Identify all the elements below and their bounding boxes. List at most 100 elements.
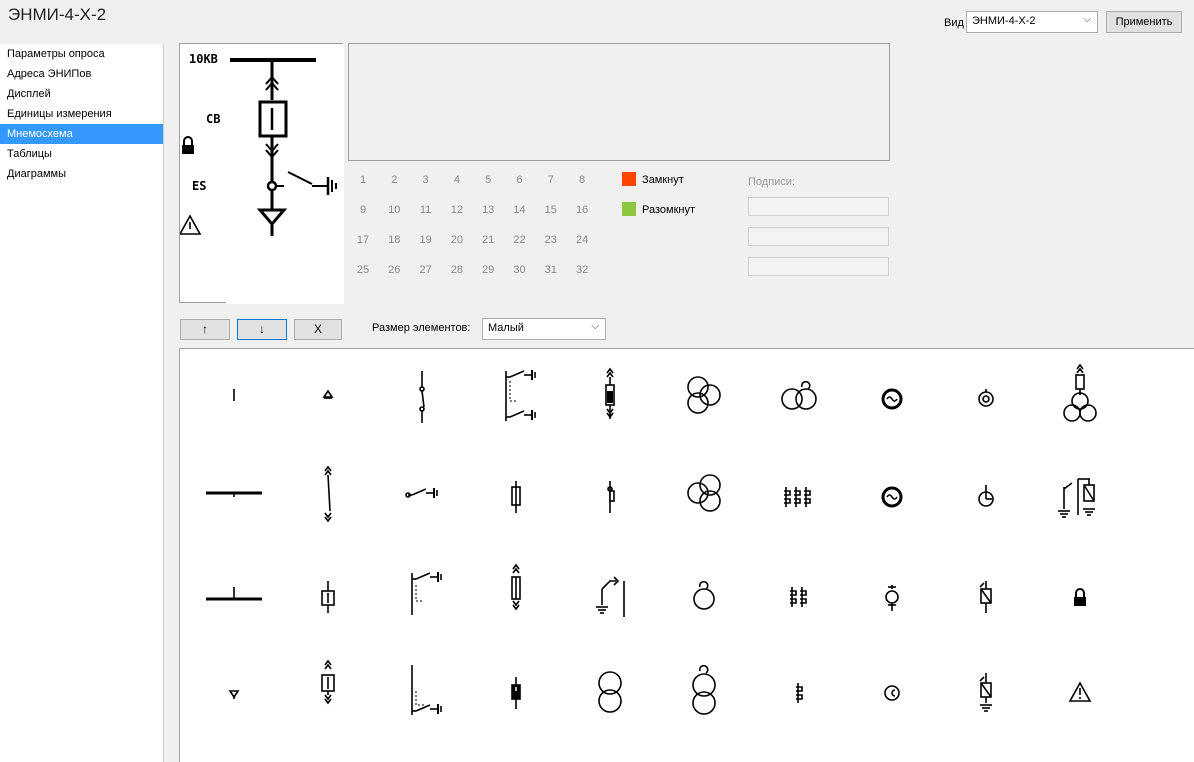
position-number[interactable]: 19	[411, 234, 441, 246]
position-number[interactable]: 11	[411, 204, 441, 216]
position-number[interactable]: 14	[505, 204, 535, 216]
arrester-ground-icon[interactable]	[956, 655, 1016, 725]
caption-input-1[interactable]	[748, 197, 889, 216]
transformer-three-winding-icon[interactable]	[674, 361, 734, 431]
sidebar-item[interactable]: Диаграммы	[0, 164, 163, 184]
apply-button[interactable]: Применить	[1106, 11, 1182, 33]
sidebar-item[interactable]: Дисплей	[0, 84, 163, 104]
arrester-icon[interactable]	[956, 559, 1016, 629]
breaker-cart-full-icon[interactable]	[298, 655, 358, 725]
position-number[interactable]: 16	[567, 204, 597, 216]
sidebar-item[interactable]: Единицы измерения	[0, 104, 163, 124]
sidebar: Параметры опроса Адреса ЭНИПов Дисплей Един…	[0, 44, 164, 762]
caption-input-2[interactable]	[748, 227, 889, 246]
delete-button[interactable]: X	[294, 319, 342, 340]
disconnector-fuse-icon[interactable]	[580, 459, 640, 529]
position-number[interactable]: 29	[473, 264, 503, 276]
current-transformer-triple-icon[interactable]	[768, 459, 828, 529]
element-palette	[179, 348, 1194, 762]
position-number[interactable]: 20	[442, 234, 472, 246]
es-label: ES	[192, 179, 206, 193]
busbar-stub-icon[interactable]	[204, 361, 264, 431]
position-number[interactable]: 25	[348, 264, 378, 276]
current-source-icon[interactable]	[956, 361, 1016, 431]
node-small-icon[interactable]	[298, 361, 358, 431]
position-number[interactable]: 13	[473, 204, 503, 216]
position-number[interactable]: 10	[379, 204, 409, 216]
ground-switch-icon[interactable]	[580, 559, 640, 629]
position-number[interactable]: 5	[473, 174, 503, 186]
switch-grounding-bottom-icon[interactable]	[392, 655, 452, 725]
position-number[interactable]: 26	[379, 264, 409, 276]
transformer-horizontal-icon[interactable]	[768, 361, 828, 431]
node-down-icon[interactable]	[204, 655, 264, 725]
meter-icon[interactable]	[862, 655, 922, 725]
generator-alt-icon[interactable]	[862, 459, 922, 529]
caption-input-3[interactable]	[748, 257, 889, 276]
sidebar-item[interactable]: Мнемосхема	[0, 124, 163, 144]
cart-fuse-icon[interactable]	[486, 559, 546, 629]
position-number[interactable]: 24	[567, 234, 597, 246]
position-number[interactable]: 30	[505, 264, 535, 276]
position-number[interactable]: 28	[442, 264, 472, 276]
transformer-tap-icon[interactable]	[674, 655, 734, 725]
element-size-value: Малый	[488, 322, 524, 334]
position-number[interactable]: 21	[473, 234, 503, 246]
grounding-switch-horizontal-icon[interactable]	[392, 459, 452, 529]
current-transformer-double-icon[interactable]	[768, 559, 828, 629]
cb-label: CB	[206, 112, 220, 126]
breaker-small-icon[interactable]	[298, 559, 358, 629]
closed-label: Замкнут	[642, 174, 684, 186]
position-number[interactable]: 3	[411, 174, 441, 186]
position-number[interactable]: 18	[379, 234, 409, 246]
window-title: ЭНМИ-4-Х-2	[8, 5, 107, 24]
winding-icon[interactable]	[674, 559, 734, 629]
position-number[interactable]: 8	[567, 174, 597, 186]
position-number[interactable]: 2	[379, 174, 409, 186]
scheme-preview[interactable]: 10КВ CB ES	[179, 43, 344, 304]
fuse-icon[interactable]	[486, 459, 546, 529]
position-number[interactable]: 22	[505, 234, 535, 246]
position-number[interactable]: 6	[505, 174, 535, 186]
withdrawable-disconnector-icon[interactable]	[298, 459, 358, 529]
generator-icon[interactable]	[862, 361, 922, 431]
current-transformer-icon[interactable]	[768, 655, 828, 725]
transformer-three-winding-alt-icon[interactable]	[674, 459, 734, 529]
view-label: Вид	[944, 17, 964, 29]
position-number[interactable]: 23	[536, 234, 566, 246]
switch-double-grounding-icon[interactable]	[486, 361, 546, 431]
move-down-button[interactable]: ↓	[237, 319, 287, 340]
sidebar-item[interactable]: Таблицы	[0, 144, 163, 164]
sidebar-item[interactable]: Адреса ЭНИПов	[0, 64, 163, 84]
lock-icon[interactable]	[1050, 559, 1110, 629]
transformer-two-winding-icon[interactable]	[580, 655, 640, 725]
position-number[interactable]: 12	[442, 204, 472, 216]
disconnector-vertical-icon[interactable]	[392, 361, 452, 431]
view-select[interactable]: ЭНМИ-4-Х-2 ⌵	[966, 11, 1098, 33]
position-number[interactable]: 31	[536, 264, 566, 276]
warning-icon[interactable]	[1050, 655, 1110, 725]
position-number[interactable]: 15	[536, 204, 566, 216]
position-number[interactable]: 27	[411, 264, 441, 276]
position-number[interactable]: 32	[567, 264, 597, 276]
position-number[interactable]: 4	[442, 174, 472, 186]
breaker-filled-icon[interactable]	[486, 655, 546, 725]
position-number[interactable]: 7	[536, 174, 566, 186]
reactor-icon[interactable]	[956, 459, 1016, 529]
sensor-icon[interactable]	[862, 559, 922, 629]
position-number[interactable]: 17	[348, 234, 378, 246]
busbar-long-icon[interactable]	[204, 459, 264, 529]
move-up-button[interactable]: ↑	[180, 319, 230, 340]
sidebar-item[interactable]: Параметры опроса	[0, 44, 163, 64]
scheme-text-area[interactable]	[348, 43, 890, 161]
busbar-tee-icon[interactable]	[204, 559, 264, 629]
scheme-preview-drawing: 10КВ CB ES	[180, 44, 344, 304]
transformer-group-icon[interactable]	[1050, 361, 1110, 431]
position-number[interactable]: 9	[348, 204, 378, 216]
surge-arrester-group-icon[interactable]	[1050, 459, 1110, 529]
element-size-select[interactable]: Малый ⌵	[482, 318, 606, 340]
lock-icon	[182, 136, 194, 154]
position-number[interactable]: 1	[348, 174, 378, 186]
switch-grounding-icon[interactable]	[392, 559, 452, 629]
breaker-cart-icon[interactable]	[580, 361, 640, 431]
